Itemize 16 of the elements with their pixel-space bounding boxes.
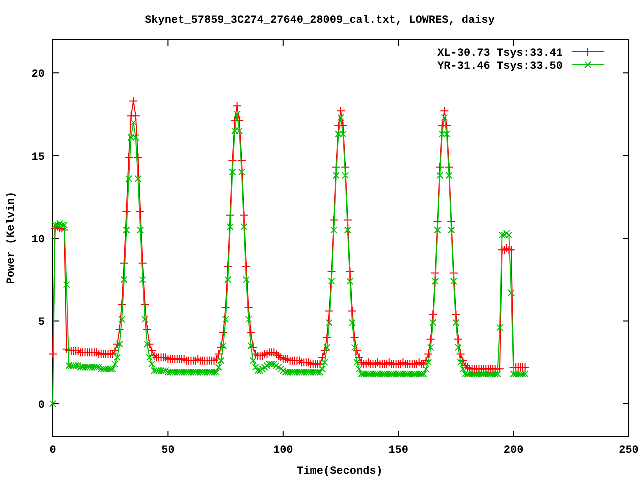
x-tick-label: 150 [388,445,408,457]
x-tick-label: 250 [619,445,639,457]
y-tick-label: 5 [38,317,45,330]
x-tick-label: 200 [504,445,524,457]
y-axis-label: Power (Kelvin) [6,192,18,284]
legend-label: XL-30.73 Tsys:33.41 [438,48,563,60]
x-axis-label: Time(Seconds) [297,466,383,478]
x-tick-label: 50 [162,445,175,457]
x-tick-label: 0 [50,445,56,457]
y-tick-label: 10 [32,234,45,246]
y-tick-label: 0 [38,400,45,412]
x-tick-label: 100 [274,445,294,457]
y-tick-label: 15 [32,152,45,164]
legend-label: YR-31.46 Tsys:33.50 [438,61,563,73]
chart-title: Skynet_57859_3C274_27640_28009_cal.txt, LOWRES, daisy [145,15,495,27]
y-tick-label: 20 [32,69,45,82]
